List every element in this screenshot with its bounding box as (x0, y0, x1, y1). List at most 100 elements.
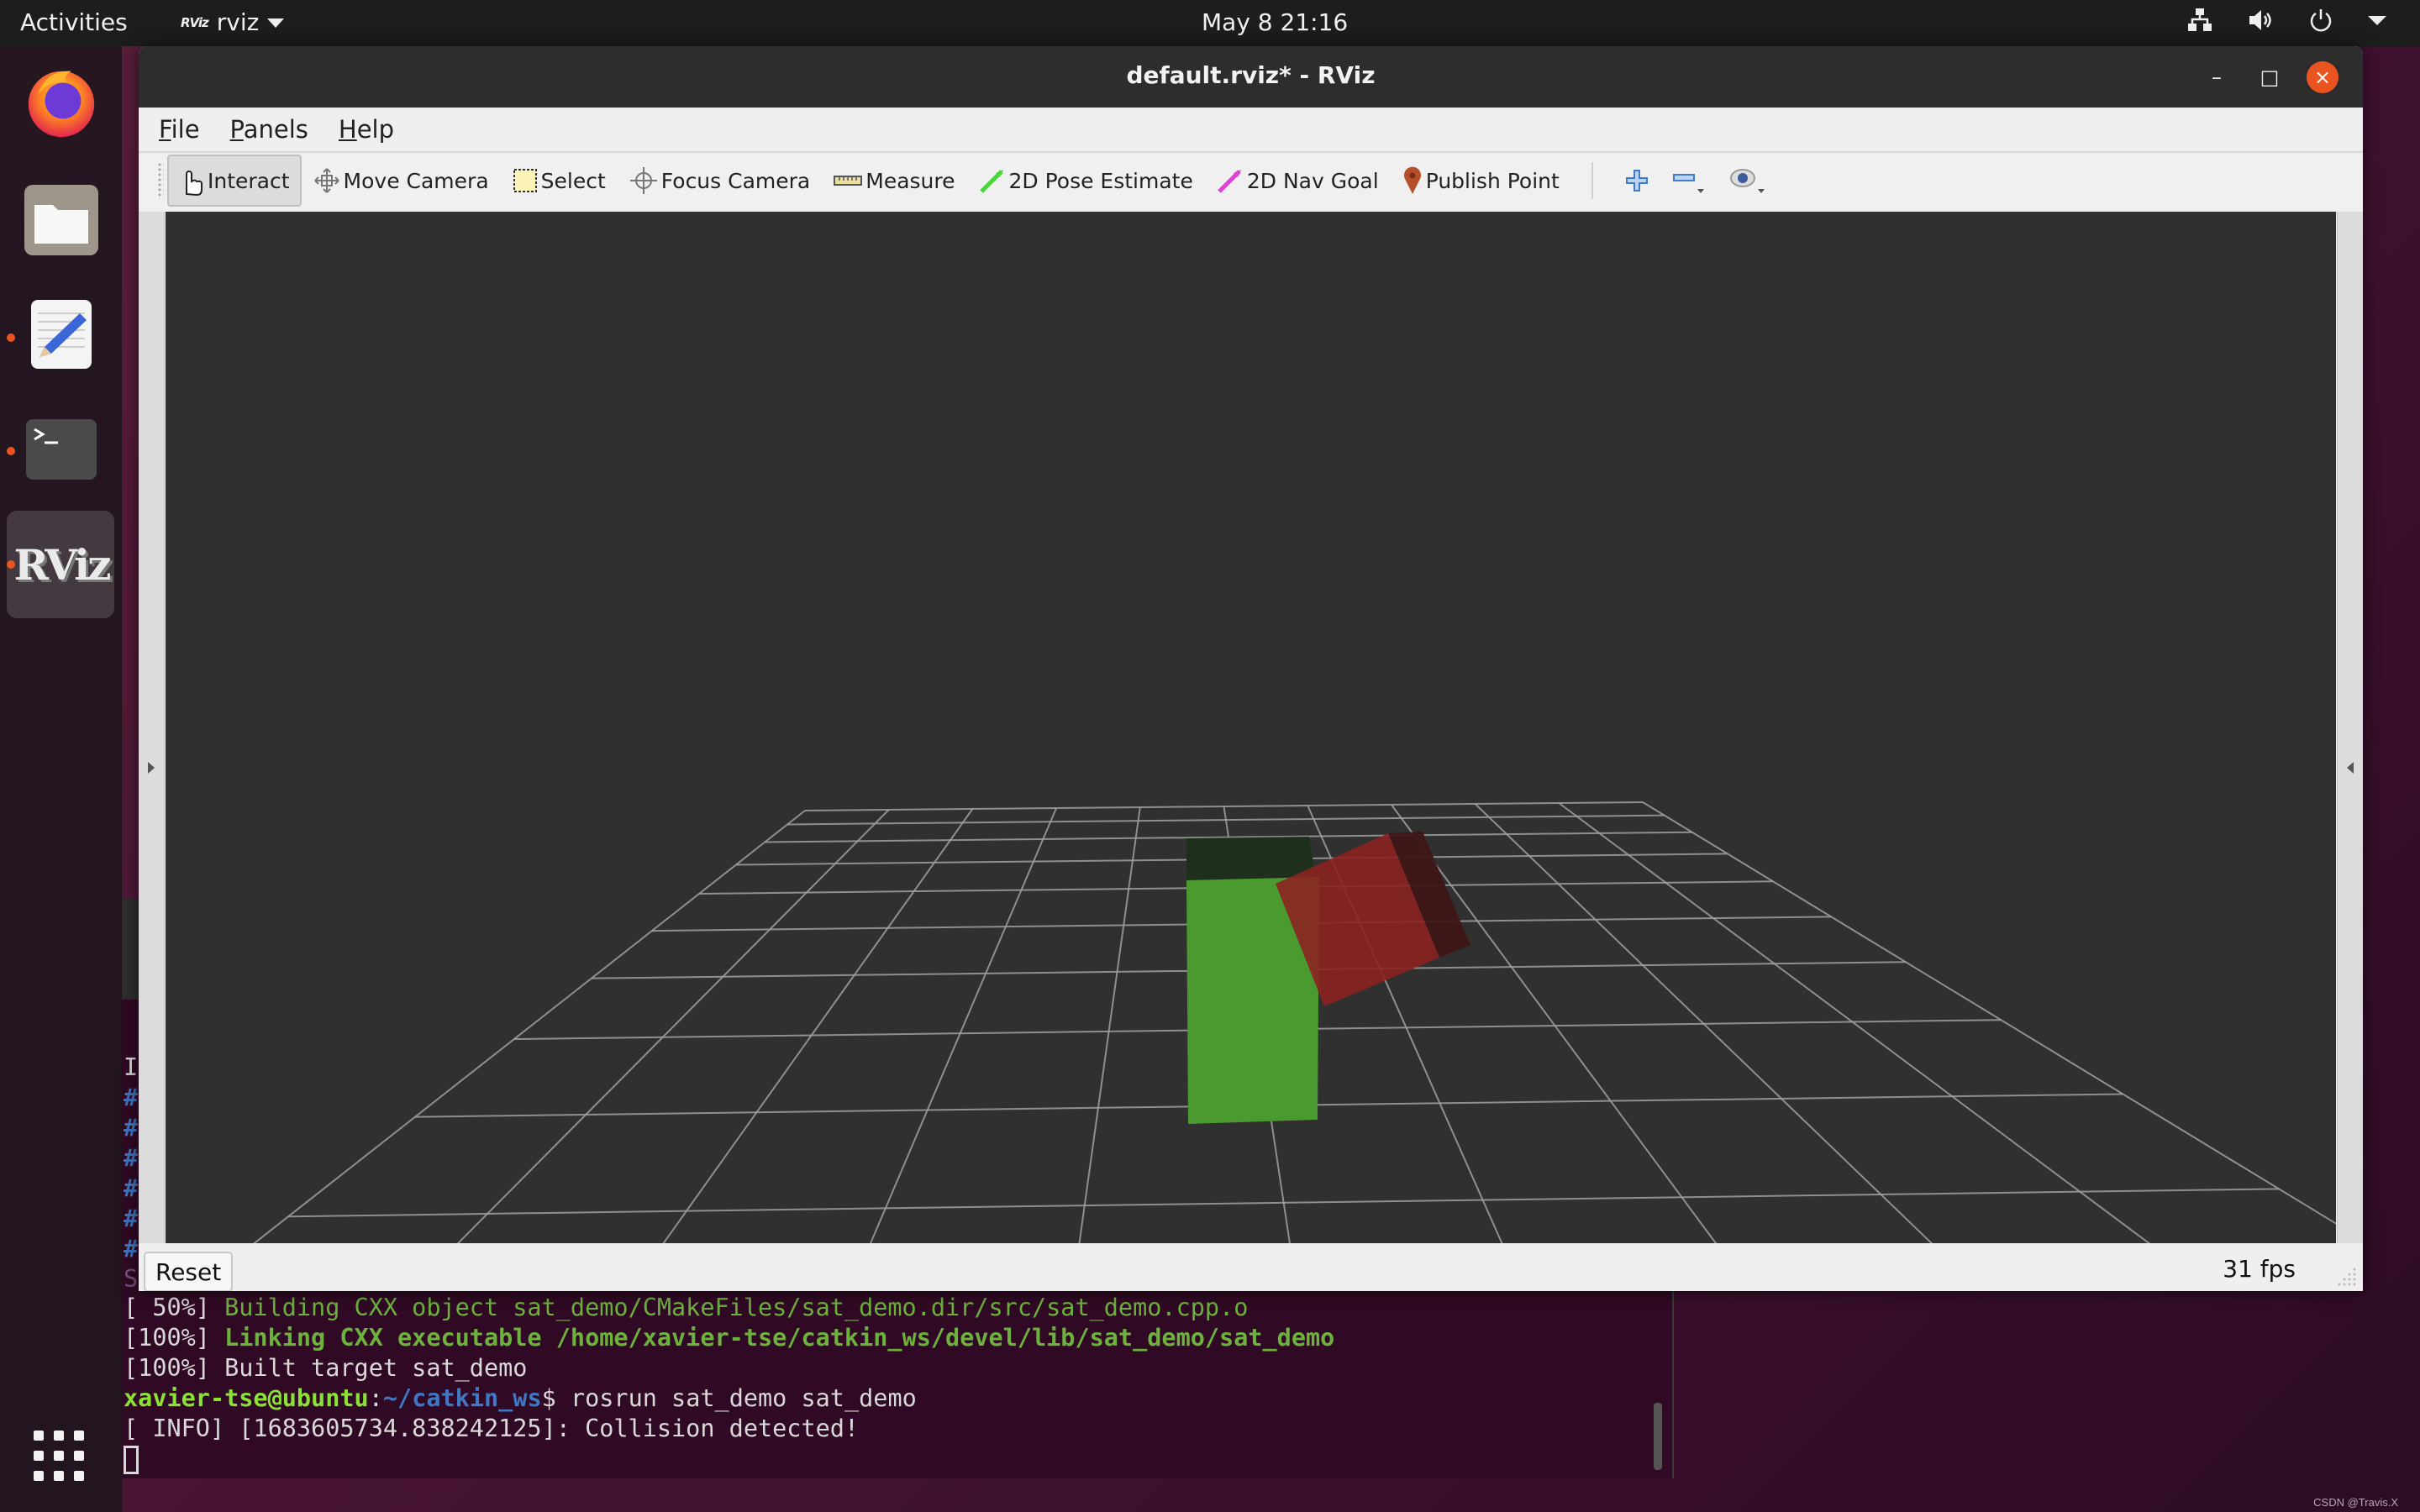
terminal-icon (26, 419, 97, 480)
terminal-left-char: I (124, 1053, 139, 1081)
view-visibility-icon (1729, 169, 1765, 193)
show-applications-button[interactable] (32, 1429, 86, 1486)
tool-interact[interactable]: Interact (167, 155, 302, 207)
terminal-line: [100%] Built target sat_demo (124, 1354, 527, 1382)
3d-scene[interactable] (166, 212, 2336, 1243)
window-title: default.rviz* - RViz (1126, 61, 1376, 89)
running-indicator (7, 333, 15, 342)
tool-label: Publish Point (1425, 168, 1560, 193)
menu-help[interactable]: Help (334, 115, 399, 144)
prompt-user: xavier-tse@ubuntu (124, 1384, 369, 1412)
minimize-button[interactable]: – (2201, 61, 2233, 93)
terminal-left-char: # (124, 1084, 139, 1111)
network-icon (2188, 8, 2212, 31)
tool-2d-nav-goal[interactable]: 2D Nav Goal (1205, 156, 1391, 205)
toolbar-grip[interactable] (157, 162, 164, 199)
terminal-left-char: # (124, 1235, 139, 1263)
tool-measure[interactable]: Measure (822, 156, 966, 205)
terminal-cursor-line[interactable] (124, 1445, 139, 1474)
clock[interactable]: May 8 21:16 (1202, 8, 1348, 36)
rviz-window: default.rviz* - RViz – □ × File Panels H… (139, 46, 2363, 1291)
chevron-left-icon (2347, 762, 2354, 774)
line-prefix: [100%] (124, 1354, 225, 1382)
maximize-icon: □ (2260, 66, 2280, 89)
terminal-left-char: # (124, 1114, 139, 1142)
app-menu-label: rviz (216, 8, 260, 36)
menu-file[interactable]: File (154, 115, 205, 144)
chevron-right-icon (148, 762, 155, 774)
top-bar: Activities RViz rviz May 8 21:16 (0, 0, 2420, 46)
menu-mnemonic: P (229, 115, 244, 144)
grid-column-line (1078, 806, 1141, 1243)
menu-mnemonic: F (159, 115, 171, 144)
running-indicator (7, 447, 15, 455)
menu-panels[interactable]: Panels (225, 115, 313, 144)
terminal-scrollbar[interactable] (1654, 1403, 1662, 1470)
move-camera-icon (313, 168, 339, 193)
dock-item-rviz[interactable]: RViz (13, 525, 111, 604)
3d-render-view[interactable] (166, 212, 2336, 1243)
rviz-icon: RViz (13, 539, 111, 590)
minimize-icon: – (2212, 66, 2222, 89)
close-button[interactable]: × (2307, 61, 2338, 93)
tool-label: Measure (865, 168, 955, 193)
tool-2d-pose-estimate[interactable]: 2D Pose Estimate (967, 156, 1205, 205)
dock-item-firefox[interactable] (22, 61, 101, 140)
map-pin-icon (1403, 166, 1421, 194)
line-text: [ INFO] [1683605734.838242125]: Collisio… (124, 1415, 860, 1442)
focus-camera-icon (629, 167, 657, 194)
close-icon: × (2313, 66, 2332, 89)
reset-button[interactable]: Reset (144, 1252, 234, 1291)
line-prefix: [100%] (124, 1324, 225, 1352)
terminal-prompt-line: xavier-tse@ubuntu:~/catkin_ws$ rosrun sa… (124, 1384, 917, 1412)
resize-grip-icon[interactable] (2338, 1266, 2358, 1286)
menu-label: ile (171, 115, 200, 144)
title-bar[interactable]: default.rviz* - RViz – □ × (139, 46, 2363, 108)
line-text: Building CXX object sat_demo/CMakeFiles/… (224, 1294, 1249, 1321)
left-dock-toggle[interactable] (139, 212, 165, 1243)
terminal-left-char: S (124, 1265, 139, 1293)
system-tray[interactable] (2186, 7, 2386, 34)
tool-label: Move Camera (343, 168, 489, 193)
grid-column-line (456, 809, 890, 1243)
toolbar-separator (1591, 162, 1593, 199)
maximize-button[interactable]: □ (2254, 61, 2286, 93)
tool-move-camera[interactable]: Move Camera (302, 156, 501, 205)
pose-arrow-icon (979, 170, 1003, 193)
ruler-icon (834, 176, 863, 186)
dock-item-terminal[interactable] (22, 410, 101, 489)
right-dock-toggle[interactable] (2337, 212, 2363, 1243)
tool-focus-camera[interactable]: Focus Camera (618, 156, 822, 205)
tool-label: Interact (208, 168, 290, 193)
menu-label: anels (243, 115, 308, 144)
dock-item-files[interactable] (22, 181, 101, 260)
prompt-command: rosrun sat_demo sat_demo (570, 1384, 917, 1412)
green-box-top-face (1186, 837, 1316, 880)
files-icon (24, 185, 98, 255)
line-text: Linking CXX executable /home/xavier-tse/… (224, 1324, 1335, 1352)
remove-tool-button[interactable] (1660, 156, 1718, 205)
prompt-symbol: $ (541, 1384, 571, 1412)
firefox-icon (28, 71, 95, 138)
app-menu[interactable]: RViz rviz (181, 8, 285, 36)
tool-publish-point[interactable]: Publish Point (1391, 156, 1571, 205)
view-visibility-button[interactable] (1718, 156, 1778, 205)
terminal-left-char: # (124, 1174, 139, 1202)
menu-mnemonic: H (338, 115, 357, 144)
dock: RViz (0, 46, 122, 1512)
tool-select[interactable]: Select (501, 156, 618, 205)
toolbar: Interact Move Camera Select Focus Camera… (139, 151, 2363, 208)
terminal-left-char: # (124, 1205, 139, 1232)
chevron-down-icon (2368, 16, 2386, 25)
show-applications-icon (34, 1431, 84, 1481)
terminal-cursor (124, 1446, 139, 1474)
prompt-path: ~/catkin_ws (382, 1384, 542, 1412)
power-icon (2310, 9, 2332, 32)
activities-button[interactable]: Activities (20, 8, 128, 36)
grid-column-line (662, 808, 974, 1243)
add-tool-button[interactable] (1613, 156, 1660, 205)
nav-goal-arrow-icon (1218, 170, 1241, 193)
watermark: CSDN @Travis.X (2313, 1496, 2398, 1509)
dock-item-text-editor[interactable] (22, 295, 101, 374)
text-editor-icon (31, 300, 92, 369)
